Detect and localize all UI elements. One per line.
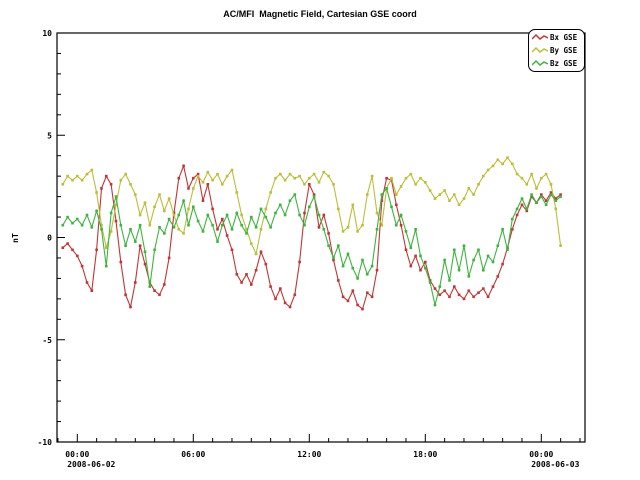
x-tick-label: 18:00: [413, 450, 437, 459]
legend-row: Bx GSE: [532, 31, 584, 44]
y-tick-label: 0: [47, 234, 52, 243]
y-tick-label: 5: [47, 131, 52, 140]
series-bz-gse: [62, 187, 562, 306]
x-tick-label: 06:00: [181, 450, 205, 459]
x-tick-label: 00:00: [65, 450, 89, 459]
plot-window: AC/MFI Magnetic Field, Cartesian GSE coo…: [0, 0, 640, 480]
by-line-sample-icon: [532, 46, 548, 55]
legend-row: Bz GSE: [532, 57, 584, 70]
bz-line-sample-icon: [532, 59, 548, 68]
legend-row: By GSE: [532, 44, 584, 57]
plot-area: 1050-5-1000:0006:0012:0018:0000:002008-0…: [0, 0, 640, 480]
y-tick-label: -5: [42, 336, 52, 345]
x-tick-label: 00:00: [529, 450, 553, 459]
y-tick-label: -10: [38, 438, 53, 447]
legend-box: Bx GSE By GSE Bz GSE: [528, 29, 585, 72]
x-axis-ticks: 00:0006:0012:0018:0000:002008-06-022008-…: [58, 434, 580, 469]
x-date-start: 2008-06-02: [67, 460, 115, 469]
y-axis-ticks: 10 5 0 -5 -10: [38, 29, 65, 447]
legend-label: Bz GSE: [550, 59, 577, 68]
x-date-end: 2008-06-03: [531, 460, 579, 469]
legend-label: By GSE: [550, 46, 577, 55]
legend-label: Bx GSE: [550, 33, 577, 42]
y-tick-label: 10: [42, 29, 52, 38]
x-tick-label: 12:00: [297, 450, 321, 459]
bx-line-sample-icon: [532, 33, 548, 42]
